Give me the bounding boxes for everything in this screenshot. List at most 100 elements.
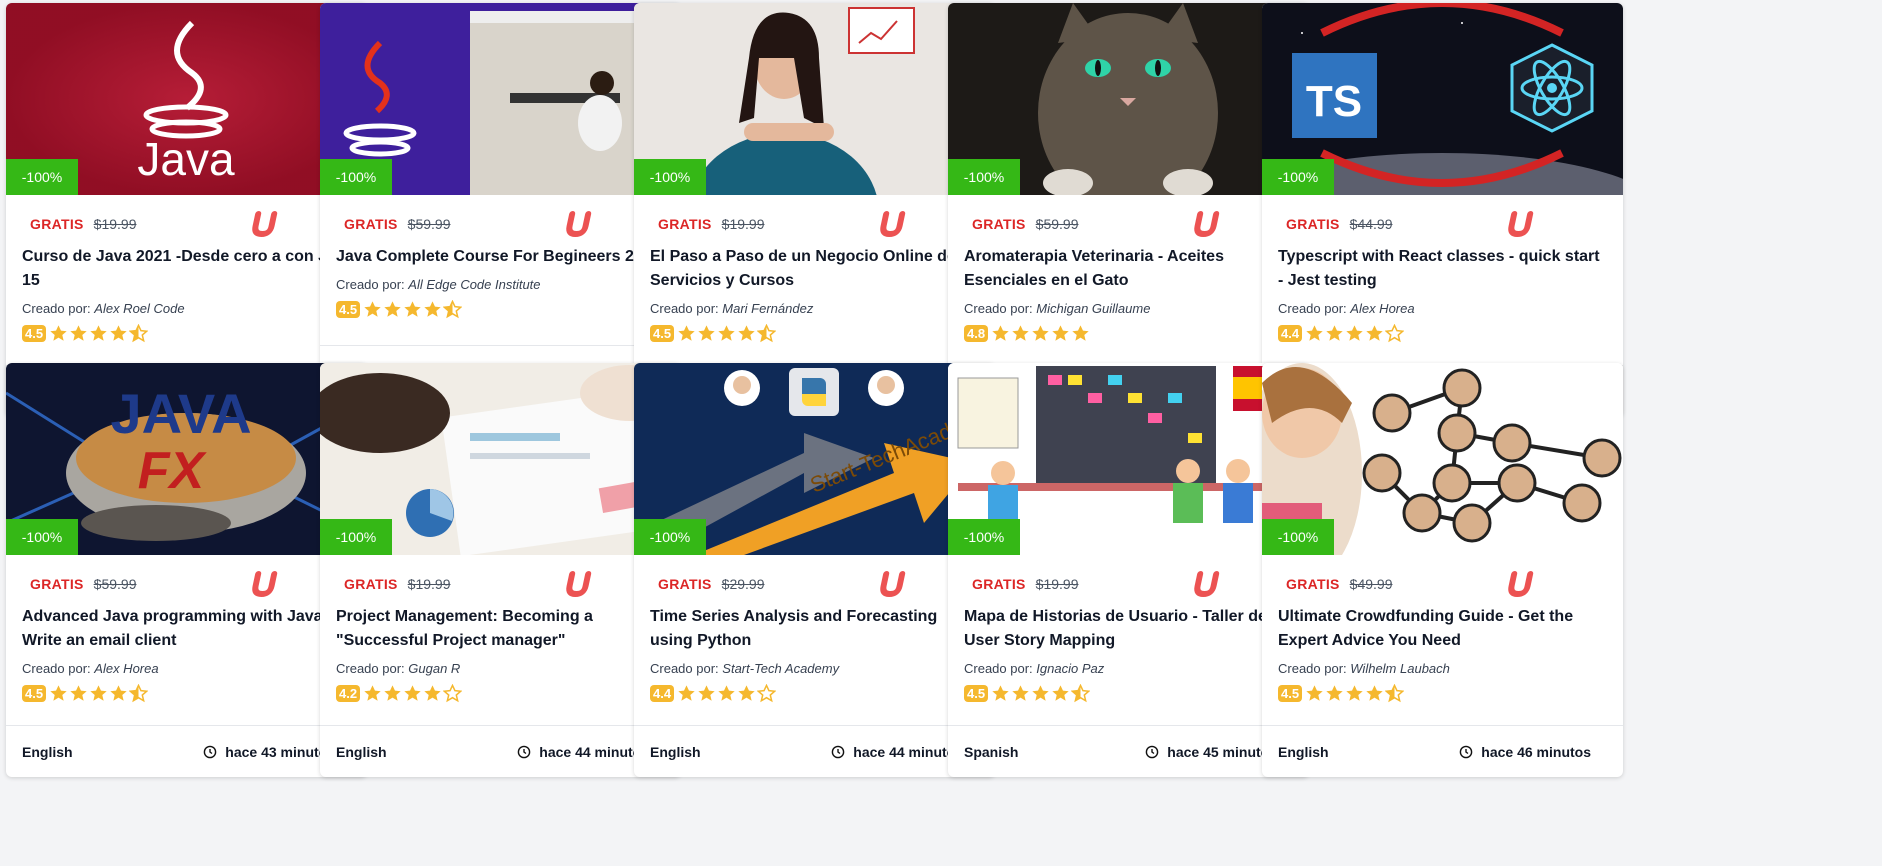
udemy-logo-icon (252, 211, 278, 238)
course-card[interactable]: Start-TechAcademy -100% GRATIS $29.99 Ti… (634, 363, 995, 777)
posted-time: hace 43 minutos (203, 744, 335, 760)
course-thumbnail[interactable]: TS -100% (1262, 3, 1623, 195)
course-card[interactable]: -100% GRATIS $19.99 Project Management: … (320, 363, 681, 777)
posted-time-text: hace 44 minutos (853, 743, 963, 760)
course-card[interactable]: Java -100% GRATIS $19.99 Curso de Java 2… (6, 3, 367, 417)
course-thumbnail[interactable]: JAVA FX -100% (6, 363, 367, 555)
udemy-logo-icon (1508, 211, 1534, 238)
course-language: English (1278, 743, 1329, 760)
course-card[interactable]: -100% GRATIS $19.99 Mapa de Historias de… (948, 363, 1309, 777)
discount-badge: -100% (634, 159, 706, 195)
course-title[interactable]: Aromaterapia Veterinaria - Aceites Esenc… (964, 245, 1293, 293)
creator-name: Start-Tech Academy (722, 661, 840, 676)
star-full-icon (718, 324, 735, 341)
creator-label: Creado por: (1278, 301, 1347, 316)
discount-badge: -100% (320, 159, 392, 195)
discount-badge: -100% (6, 519, 78, 555)
rating-badge: 4.5 (650, 324, 675, 342)
star-full-icon (424, 300, 441, 317)
free-label: GRATIS (972, 576, 1026, 592)
course-creator: Creado por: Alex Roel Code (22, 301, 351, 316)
star-full-icon (404, 300, 421, 317)
price-row: GRATIS $29.99 (650, 571, 979, 598)
course-thumbnail[interactable]: -100% (948, 363, 1309, 555)
svg-text:Java: Java (137, 133, 235, 185)
card-footer: Spanish hace 45 minutos (948, 725, 1309, 777)
star-full-icon (384, 300, 401, 317)
star-full-icon (1346, 324, 1363, 341)
discount-badge: -100% (1262, 519, 1334, 555)
clock-icon (1145, 745, 1159, 758)
original-price: $59.99 (407, 216, 451, 232)
course-thumbnail[interactable]: -100% (1262, 363, 1623, 555)
course-thumbnail[interactable]: -100% (634, 3, 995, 195)
star-full-icon (1346, 684, 1363, 701)
star-full-icon (1306, 684, 1323, 701)
creator-label: Creado por: (964, 301, 1033, 316)
course-thumbnail[interactable]: -100% (320, 363, 681, 555)
star-empty-icon (1385, 323, 1405, 342)
creator-label: Creado por: (1278, 661, 1347, 676)
rating: 4.4 (650, 682, 979, 704)
creator-name: Michigan Guillaume (1036, 301, 1151, 316)
creator-name: Alex Roel Code (94, 301, 185, 316)
card-footer: English hace 43 minutos (6, 725, 367, 777)
creator-label: Creado por: (964, 661, 1033, 676)
rating: 4.5 (22, 322, 351, 344)
rating: 4.5 (336, 298, 665, 320)
rating-badge: 4.4 (650, 684, 675, 702)
original-price: $59.99 (1035, 216, 1079, 232)
star-full-icon (1306, 324, 1323, 341)
rating-badge: 4.5 (1278, 684, 1303, 702)
star-half-icon (129, 683, 149, 702)
star-full-icon (50, 684, 67, 701)
course-card[interactable]: -100% GRATIS $59.99 Java Complete Course… (320, 3, 681, 397)
course-title[interactable]: Advanced Java programming with JavaFx: W… (22, 605, 351, 653)
original-price: $49.99 (1349, 576, 1393, 592)
course-creator: Creado por: Gugan R (336, 661, 665, 676)
course-title[interactable]: El Paso a Paso de un Negocio Online de S… (650, 245, 979, 293)
star-full-icon (992, 684, 1009, 701)
price-row: GRATIS $19.99 (22, 211, 351, 238)
course-card[interactable]: -100% GRATIS $59.99 Aromaterapia Veterin… (948, 3, 1309, 417)
course-title[interactable]: Mapa de Historias de Usuario - Taller de… (964, 605, 1293, 653)
free-label: GRATIS (972, 216, 1026, 232)
course-thumbnail[interactable]: -100% (320, 3, 681, 195)
course-thumbnail[interactable]: Java -100% (6, 3, 367, 195)
course-title[interactable]: Time Series Analysis and Forecasting usi… (650, 605, 979, 653)
star-full-icon (1052, 324, 1069, 341)
course-card[interactable]: JAVA FX -100% GRATIS $59.99 Advanced Java… (6, 363, 367, 777)
star-full-icon (1072, 324, 1089, 341)
course-title[interactable]: Typescript with React classes - quick st… (1278, 245, 1607, 293)
creator-name: Ignacio Paz (1036, 661, 1105, 676)
course-thumbnail[interactable]: Start-TechAcademy -100% (634, 363, 995, 555)
course-language: English (336, 743, 387, 760)
discount-badge: -100% (634, 519, 706, 555)
course-title[interactable]: Curso de Java 2021 -Desde cero a con JDK… (22, 245, 351, 293)
udemy-logo-icon (1194, 211, 1220, 238)
course-title[interactable]: Ultimate Crowdfunding Guide - Get the Ex… (1278, 605, 1607, 653)
course-title[interactable]: Project Management: Becoming a "Successf… (336, 605, 665, 653)
course-card[interactable]: -100% GRATIS $49.99 Ultimate Crowdfundin… (1262, 363, 1623, 777)
discount-badge: -100% (948, 159, 1020, 195)
star-half-icon (1385, 683, 1405, 702)
original-price: $29.99 (721, 576, 765, 592)
course-card[interactable]: -100% GRATIS $19.99 El Paso a Paso de un… (634, 3, 995, 417)
original-price: $44.99 (1349, 216, 1393, 232)
rating: 4.2 (336, 682, 665, 704)
card-footer: English hace 46 minutos (1262, 725, 1623, 777)
star-full-icon (1366, 324, 1383, 341)
creator-name: Alex Horea (1350, 301, 1415, 316)
creator-name: Mari Fernández (722, 301, 814, 316)
udemy-logo-icon (252, 571, 278, 598)
course-title[interactable]: Java Complete Course For Begineers 2022 (336, 245, 665, 269)
course-creator: Creado por: All Edge Code Institute (336, 277, 665, 292)
course-thumbnail[interactable]: -100% (948, 3, 1309, 195)
creator-label: Creado por: (336, 661, 405, 676)
creator-name: All Edge Code Institute (408, 277, 541, 292)
star-full-icon (738, 684, 755, 701)
udemy-logo-icon (1194, 571, 1220, 598)
price-row: GRATIS $19.99 (336, 571, 665, 598)
course-card[interactable]: TS -100% GRATIS $44.99 Typescript with R… (1262, 3, 1623, 417)
rating: 4.4 (1278, 322, 1607, 344)
